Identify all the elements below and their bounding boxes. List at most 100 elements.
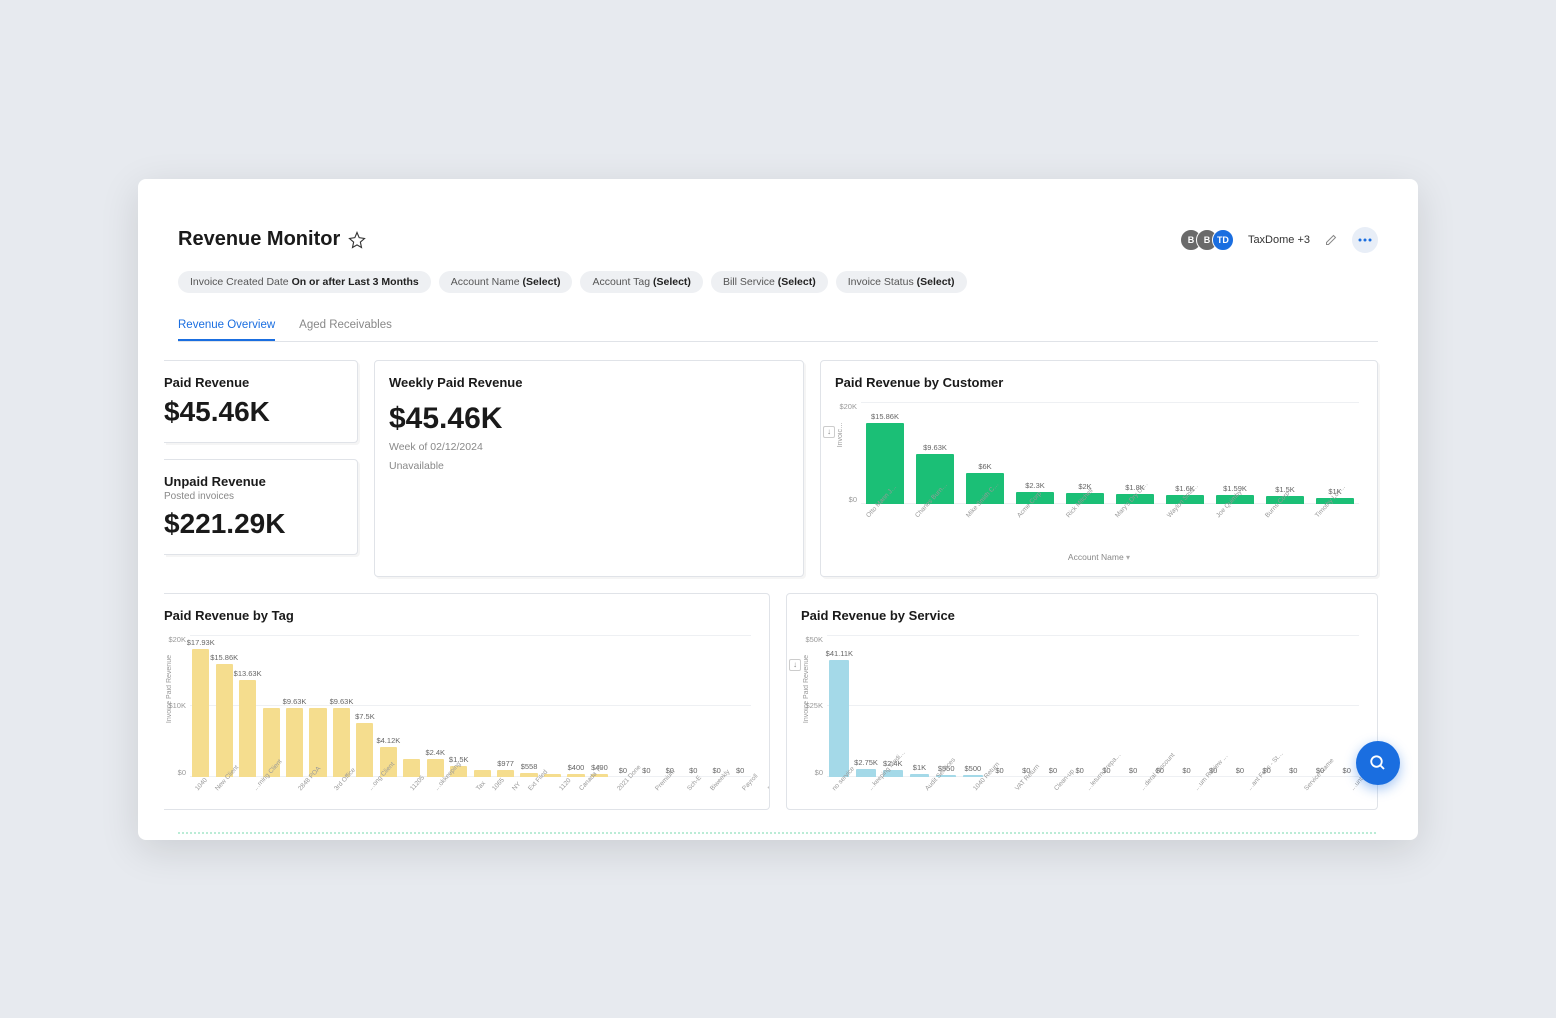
bar [192,649,209,776]
paid-revenue-by-service-card: Paid Revenue by Service ↓ Invoice Paid R… [786,593,1378,810]
bar-col[interactable]: $400 [565,635,586,777]
bar-col[interactable]: $4.12K [378,635,399,777]
filter-pill[interactable]: Invoice Status (Select) [836,271,967,293]
filter-pill[interactable]: Invoice Created Date On or after Last 3 … [178,271,431,293]
bar-col[interactable]: $9.63K [331,635,352,777]
bar-col[interactable]: $0 [729,635,750,777]
bar-col[interactable]: $1.5K [448,635,469,777]
card-title: Weekly Paid Revenue [389,375,789,390]
bar-value-label: $0 [736,766,744,775]
star-icon[interactable] [348,231,366,249]
bar-value-label: $2.4K [425,748,445,757]
bar-col[interactable]: $0 [612,635,633,777]
bar-col[interactable]: $0 [1041,635,1066,777]
bar-value-label: $0 [1182,766,1190,775]
bar-col[interactable]: $0 [1334,635,1359,777]
x-tick: 1120 [554,777,573,797]
bar-col[interactable]: $977 [495,635,516,777]
bar-value-label: $9.63K [330,697,354,706]
bar-col[interactable]: $2.4K [425,635,446,777]
bar-col[interactable]: $17.93K [190,635,211,777]
edit-button[interactable] [1318,227,1344,253]
bar-col[interactable]: $1.6K [1161,402,1209,504]
bottom-accent [178,832,1378,834]
bar-col[interactable]: $2.3K [1011,402,1059,504]
search-fab[interactable] [1356,741,1400,785]
bar-col[interactable] [542,635,563,777]
bar-col[interactable]: $0 [1121,635,1146,777]
bars: $17.93K$15.86K$13.63K$9.63K$9.63K$7.5K$4… [190,635,751,777]
more-button[interactable] [1352,227,1378,253]
bar [403,759,420,776]
filter-pill[interactable]: Account Name (Select) [439,271,573,293]
bar [856,769,876,777]
download-icon[interactable]: ↓ [789,659,801,671]
bar-col[interactable]: $15.86K [213,635,234,777]
bar [239,680,256,777]
bar-col[interactable]: $0 [706,635,727,777]
bar-col[interactable]: $1.5K [1261,402,1309,504]
bar-col[interactable]: $1K [1311,402,1359,504]
bar-col[interactable]: $15.86K [861,402,909,504]
bar-col[interactable]: $2.75K [854,635,879,777]
tab-revenue-overview[interactable]: Revenue Overview [178,311,275,341]
unpaid-revenue-card: Unpaid Revenue Posted invoices $221.29K [164,459,358,555]
bar-value-label: $9.63K [283,697,307,706]
bar-col[interactable]: $0 [1281,635,1306,777]
bar-col[interactable]: $0 [1308,635,1333,777]
bar-col[interactable]: $41.11K [827,635,852,777]
bar-col[interactable]: $6K [961,402,1009,504]
card-sub: Posted invoices [164,491,343,502]
tab-aged-receivables[interactable]: Aged Receivables [299,311,392,341]
card-title: Paid Revenue by Service [801,608,1363,623]
bar-col[interactable]: $1.8K [1111,402,1159,504]
bar-col[interactable]: $1.59K [1211,402,1259,504]
bar-col[interactable]: $0 [1014,635,1039,777]
bar-value-label: $17.93K [187,638,215,647]
bar-value-label: $2.75K [854,758,878,767]
bar-value-label: $977 [497,759,514,768]
bar-col[interactable]: $0 [683,635,704,777]
bar-col[interactable]: $550 [934,635,959,777]
bar-col[interactable]: $500 [961,635,986,777]
bar-col[interactable]: $2K [1061,402,1109,504]
bar-col[interactable] [260,635,281,777]
bar-value-label: $0 [642,766,650,775]
filter-pill[interactable]: Account Tag (Select) [580,271,702,293]
bar-col[interactable]: $9.63K [284,635,305,777]
bar-col[interactable] [307,635,328,777]
status-label: Unavailable [389,459,789,475]
bar-col[interactable]: $1K [907,635,932,777]
y-tick: $20K [168,635,186,644]
bar-col[interactable] [401,635,422,777]
paid-revenue-card: Paid Revenue $45.46K [164,360,358,443]
card-title: Paid Revenue by Customer [835,375,1363,390]
bar-col[interactable]: $0 [1174,635,1199,777]
bar-col[interactable] [471,635,492,777]
card-title: Paid Revenue [164,375,343,390]
bar-col[interactable]: $7.5K [354,635,375,777]
bar-col[interactable]: $558 [518,635,539,777]
avatar-stack[interactable]: B B TD [1180,229,1234,251]
x-axis-label: Account Name ▾ [835,552,1363,562]
bar-col[interactable]: $0 [1067,635,1092,777]
bar-col[interactable]: $9.63K [911,402,959,504]
bar-col[interactable]: $13.63K [237,635,258,777]
y-tick: $10K [168,701,186,710]
filter-pill[interactable]: Bill Service (Select) [711,271,828,293]
weekly-paid-revenue-card: Weekly Paid Revenue $45.46K Week of 02/1… [374,360,804,577]
dashboard-frame: Revenue Monitor B B TD TaxDome +3 Invoic… [138,179,1418,840]
bar-value-label: $9.63K [923,443,947,452]
bar-col[interactable]: $0 [1228,635,1253,777]
bar-col[interactable]: $0 [636,635,657,777]
bar-value-label: $500 [965,764,982,773]
paid-revenue-by-customer-card: Paid Revenue by Customer ↓ Invoic… $20K$… [820,360,1378,577]
bar-col[interactable]: $0 [987,635,1012,777]
bar-col[interactable]: $400 [589,635,610,777]
download-icon[interactable]: ↓ [823,426,835,438]
bar-col[interactable]: $0 [659,635,680,777]
bars: $15.86K $9.63K $6K$2.3K$2K$1.8K$1.6K$1.59K… [861,402,1359,504]
card-title: Paid Revenue by Tag [164,608,755,623]
bar [963,775,983,776]
bar-value-label: $0 [713,766,721,775]
